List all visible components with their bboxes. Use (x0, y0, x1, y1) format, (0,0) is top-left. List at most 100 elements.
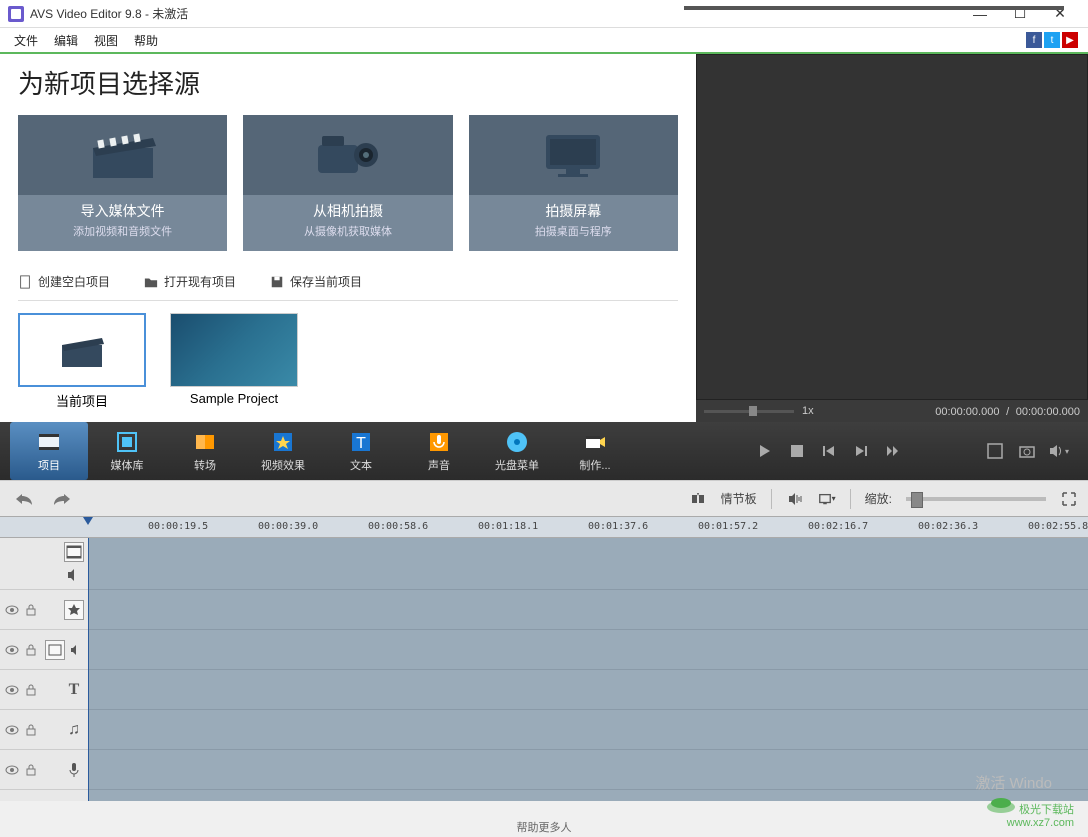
facebook-icon[interactable]: f (1026, 32, 1042, 48)
track-row[interactable] (88, 750, 1088, 790)
eye-icon[interactable] (4, 642, 20, 658)
play-button[interactable] (754, 440, 776, 462)
undo-button[interactable] (10, 489, 38, 509)
menu-edit[interactable]: 编辑 (46, 28, 86, 53)
speed-slider[interactable] (704, 410, 794, 413)
youtube-icon[interactable]: ▶ (1062, 32, 1078, 48)
snapshot-button[interactable] (1016, 440, 1038, 462)
step-button[interactable] (882, 440, 904, 462)
tab-text[interactable]: T 文本 (322, 422, 400, 480)
track-headers: T ♫ (0, 538, 88, 801)
volume-button[interactable]: ▾ (1048, 440, 1070, 462)
site-watermark: 极光下载站 www.xz7.com (986, 793, 1074, 829)
ruler-tick: 00:01:18.1 (478, 521, 538, 532)
app-icon (8, 6, 24, 22)
menu-file[interactable]: 文件 (6, 28, 46, 53)
track-row[interactable] (88, 710, 1088, 750)
music-icon: ♫ (64, 720, 84, 740)
display-settings-icon[interactable]: ▾ (818, 490, 836, 508)
card-capture-camera[interactable]: 从相机拍摄 从摄像机获取媒体 (243, 115, 452, 251)
track-header-main-video[interactable] (0, 538, 88, 590)
eye-icon[interactable] (4, 722, 20, 738)
tab-voice[interactable]: 声音 (400, 422, 478, 480)
track-header-text[interactable]: T (0, 670, 88, 710)
ruler-tick: 00:02:55.8 (1028, 521, 1088, 532)
project-thumbnail (170, 313, 298, 387)
create-blank-project[interactable]: 创建空白项目 (18, 273, 110, 290)
tab-disc-menu[interactable]: 光盘菜单 (478, 422, 556, 480)
prev-button[interactable] (818, 440, 840, 462)
menu-help[interactable]: 帮助 (126, 28, 166, 53)
lock-icon[interactable] (23, 602, 39, 618)
scrub-bar[interactable] (684, 6, 1064, 10)
zoom-label: 缩放: (865, 490, 892, 507)
track-header-fx[interactable] (0, 590, 88, 630)
fullscreen-button[interactable] (984, 440, 1006, 462)
save-icon (270, 275, 284, 289)
track-row[interactable] (88, 670, 1088, 710)
tab-library[interactable]: 媒体库 (88, 422, 166, 480)
card-import-media[interactable]: 导入媒体文件 添加视频和音频文件 (18, 115, 227, 251)
text-icon: T (64, 680, 84, 700)
tab-produce[interactable]: 制作... (556, 422, 634, 480)
star-icon (64, 600, 84, 620)
lock-icon[interactable] (23, 762, 39, 778)
card-title: 从相机拍摄 (313, 201, 383, 221)
eye-icon[interactable] (4, 682, 20, 698)
track-row[interactable] (88, 630, 1088, 670)
storyboard-button[interactable]: 情节板 (721, 490, 757, 507)
track-header-audio[interactable]: ♫ (0, 710, 88, 750)
track-bodies[interactable] (88, 538, 1088, 801)
preview-statusbar: 1x 00:00:00.000 / 00:00:00.000 (696, 400, 1088, 422)
redo-button[interactable] (48, 489, 76, 509)
document-icon (18, 275, 32, 289)
tab-videofx[interactable]: 视频效果 (244, 422, 322, 480)
playhead-line[interactable] (88, 538, 89, 801)
lock-icon[interactable] (23, 642, 39, 658)
action-label: 创建空白项目 (38, 273, 110, 290)
card-capture-screen[interactable]: 拍摄屏幕 拍摄桌面与程序 (469, 115, 678, 251)
split-button[interactable] (689, 490, 707, 508)
audio-settings-icon[interactable] (786, 490, 804, 508)
titlebar: AVS Video Editor 9.8 - 未激活 — ☐ ✕ (0, 0, 1088, 28)
produce-icon (582, 429, 608, 455)
stop-button[interactable] (786, 440, 808, 462)
player-controls: ▾ (754, 440, 1078, 462)
maximize-button[interactable]: ☐ (1000, 0, 1040, 28)
menu-view[interactable]: 视图 (86, 28, 126, 53)
library-icon (114, 429, 140, 455)
clapperboard-icon (18, 115, 227, 195)
open-project[interactable]: 打开现有项目 (144, 273, 236, 290)
tab-transition[interactable]: 转场 (166, 422, 244, 480)
ruler-tick: 00:02:36.3 (918, 521, 978, 532)
twitter-icon[interactable]: t (1044, 32, 1060, 48)
eye-icon[interactable] (4, 762, 20, 778)
project-thumbnail (18, 313, 146, 387)
mic-icon (426, 429, 452, 455)
close-button[interactable]: ✕ (1040, 0, 1080, 28)
project-current[interactable]: 当前项目 (18, 313, 146, 410)
fit-zoom-button[interactable] (1060, 490, 1078, 508)
star-icon (270, 429, 296, 455)
eye-icon[interactable] (4, 602, 20, 618)
track-header-voice[interactable] (0, 750, 88, 790)
minimize-button[interactable]: — (960, 0, 1000, 28)
lock-icon[interactable] (23, 682, 39, 698)
zoom-slider[interactable] (906, 497, 1046, 501)
track-header-overlay[interactable] (0, 630, 88, 670)
mic-icon (64, 760, 84, 780)
tab-label: 转场 (194, 457, 216, 473)
preview-viewport (696, 54, 1088, 400)
track-row[interactable] (88, 538, 1088, 590)
timeline-ruler[interactable]: 00:00:19.5 00:00:39.0 00:00:58.6 00:01:1… (0, 516, 1088, 538)
camcorder-icon (243, 115, 452, 195)
next-button[interactable] (850, 440, 872, 462)
ruler-tick: 00:00:39.0 (258, 521, 318, 532)
lock-icon[interactable] (23, 722, 39, 738)
speaker-icon[interactable] (64, 565, 84, 585)
tab-project[interactable]: 项目 (10, 422, 88, 480)
project-sample[interactable]: Sample Project (170, 313, 298, 410)
save-project[interactable]: 保存当前项目 (270, 273, 362, 290)
speaker-icon[interactable] (68, 642, 84, 658)
track-row[interactable] (88, 590, 1088, 630)
